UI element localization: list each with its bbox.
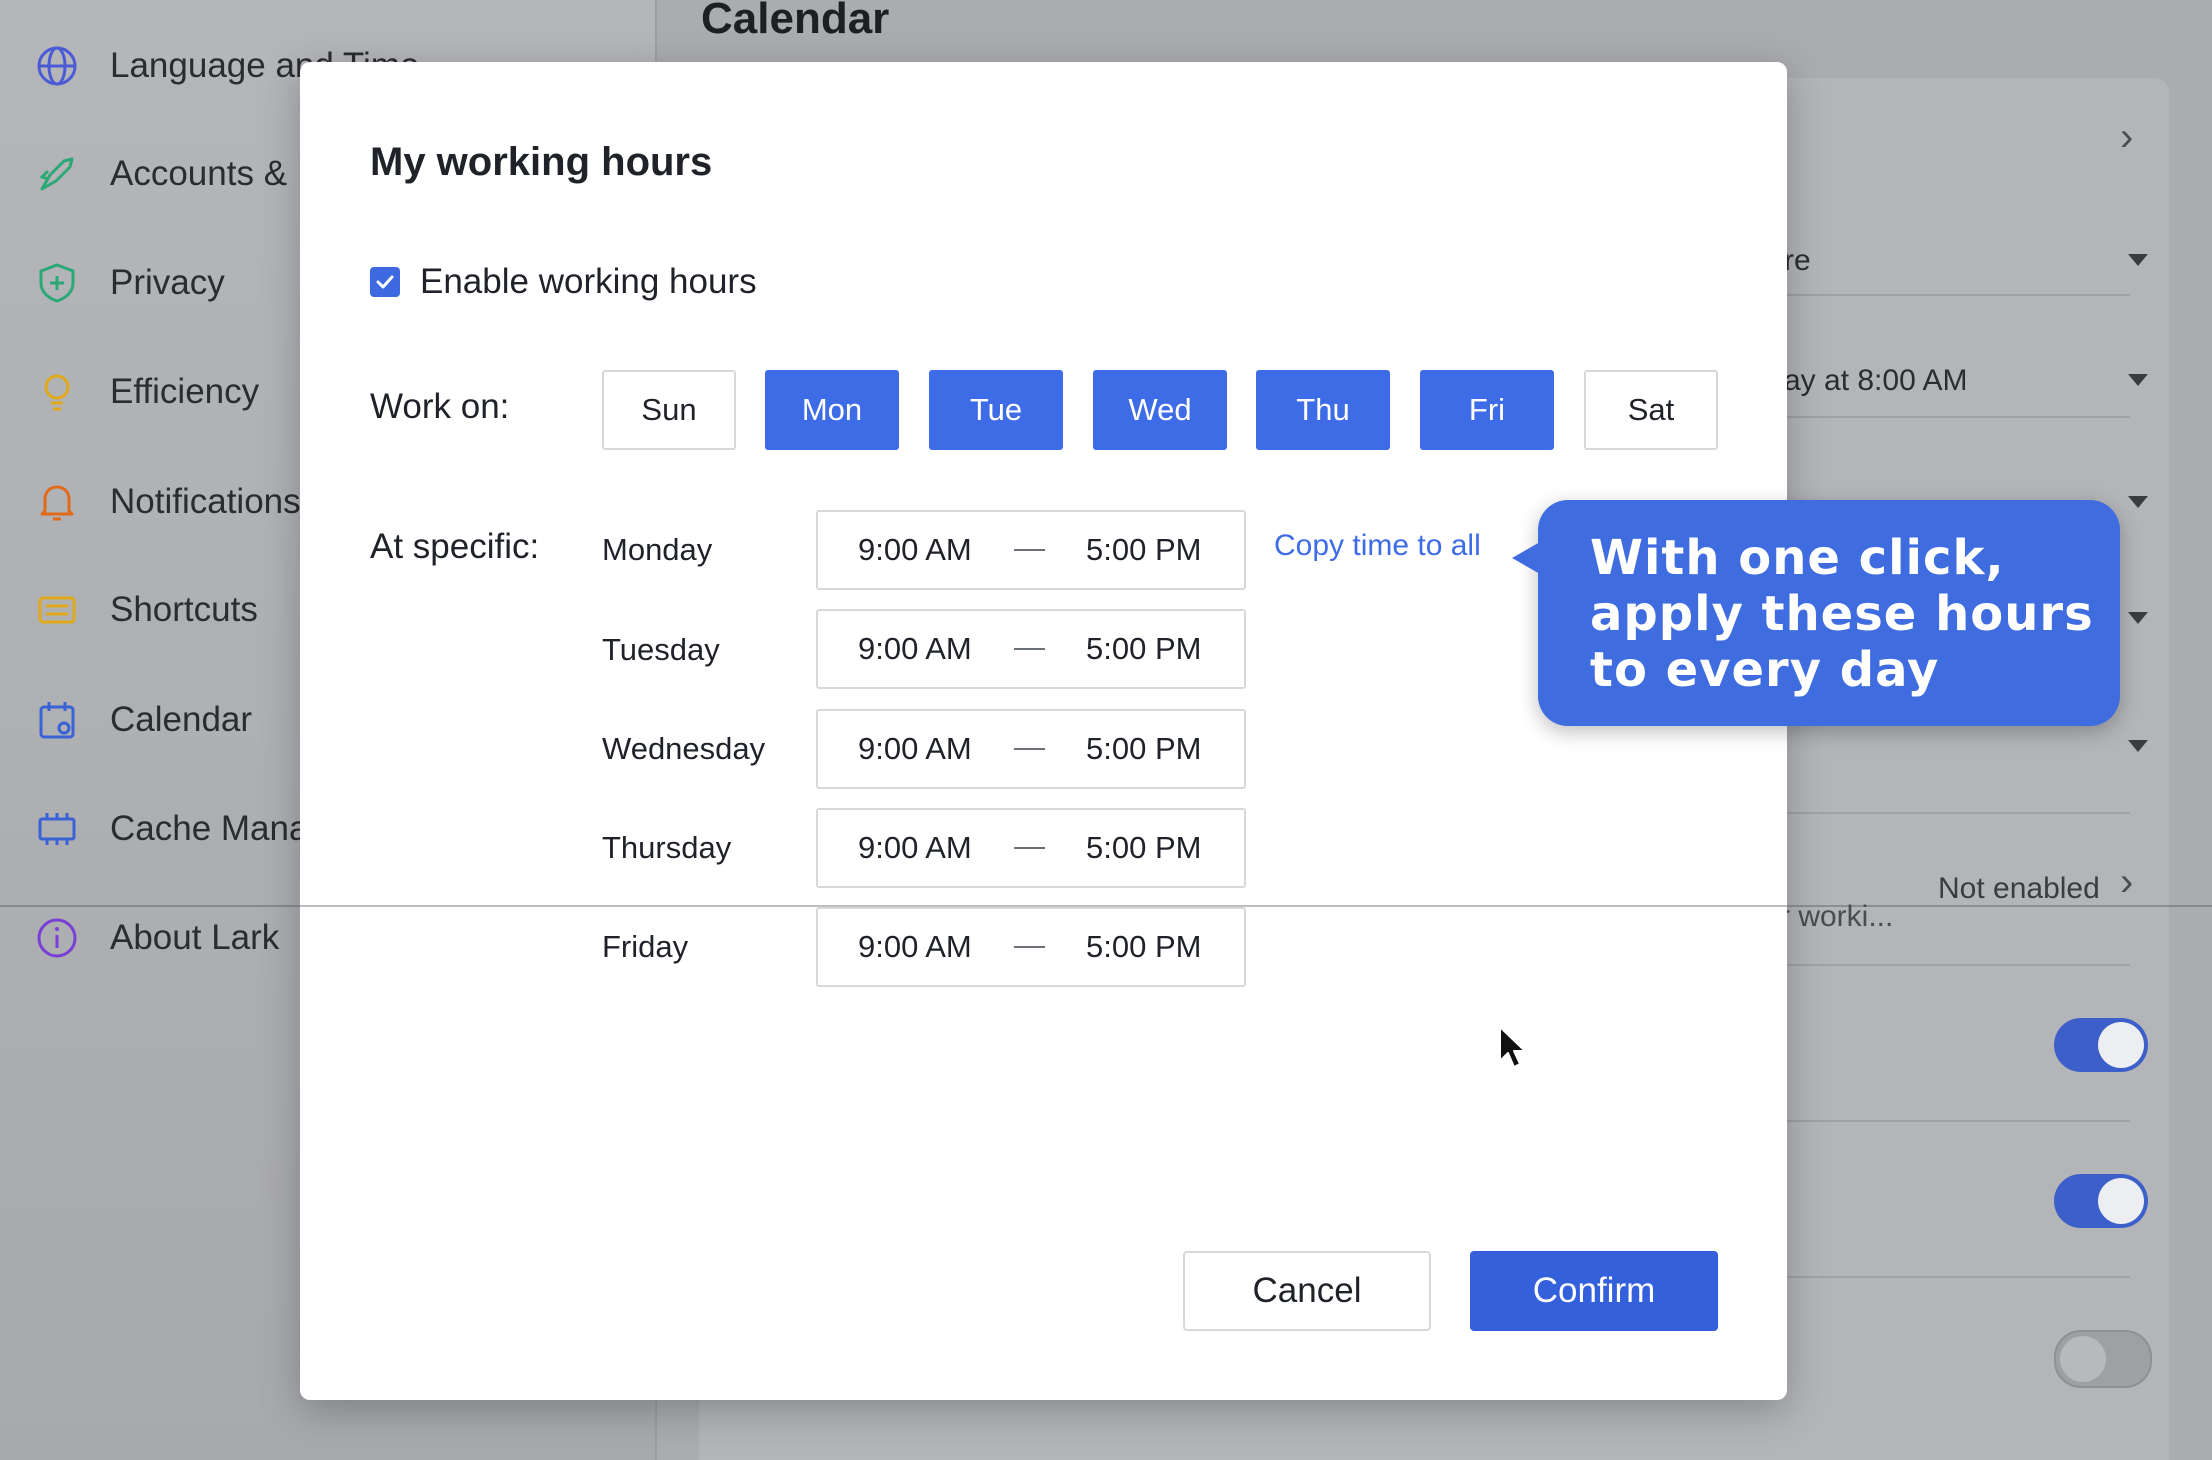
sidebar-item-efficiency[interactable]: Efficiency xyxy=(34,362,259,422)
dropdown-caret-icon[interactable] xyxy=(2128,612,2148,624)
chevron-right-icon[interactable]: › xyxy=(2120,115,2133,160)
chip-icon xyxy=(34,806,80,852)
end-time[interactable]: 5:00 PM xyxy=(1086,532,1201,568)
cancel-button[interactable]: Cancel xyxy=(1183,1251,1431,1331)
enable-working-hours-row[interactable]: Enable working hours xyxy=(370,262,757,302)
day-toggle-sun[interactable]: Sun xyxy=(602,370,736,450)
toggle-switch-off[interactable] xyxy=(2054,1330,2152,1388)
sidebar-item-accounts[interactable]: Accounts & xyxy=(34,144,287,204)
range-separator: — xyxy=(1014,828,1045,863)
dialog-title: My working hours xyxy=(370,140,713,184)
sidebar-item-label: About Lark xyxy=(110,918,280,957)
bg-row-value: re xyxy=(1784,244,1811,277)
start-time[interactable]: 9:00 AM xyxy=(858,532,972,568)
sidebar-item-about[interactable]: About Lark xyxy=(34,908,279,968)
sidebar-item-label: Shortcuts xyxy=(110,590,258,629)
end-time[interactable]: 5:00 PM xyxy=(1086,929,1201,965)
time-range-picker[interactable]: 9:00 AM — 5:00 PM xyxy=(816,907,1246,987)
keyboard-icon xyxy=(34,587,80,633)
day-toggle-thu[interactable]: Thu xyxy=(1256,370,1390,450)
sidebar-item-notifications[interactable]: Notifications xyxy=(34,472,301,532)
callout-text: With one click, apply these hours to eve… xyxy=(1590,530,2094,698)
start-time[interactable]: 9:00 AM xyxy=(858,631,972,667)
status-not-enabled[interactable]: Not enabled xyxy=(1938,872,2100,906)
range-separator: — xyxy=(1014,927,1045,962)
time-range-picker[interactable]: 9:00 AM — 5:00 PM xyxy=(816,510,1246,590)
sidebar-item-label: Notifications xyxy=(110,482,301,521)
range-separator: — xyxy=(1014,729,1045,764)
end-time[interactable]: 5:00 PM xyxy=(1086,731,1201,767)
start-time[interactable]: 9:00 AM xyxy=(858,830,972,866)
start-time[interactable]: 9:00 AM xyxy=(858,731,972,767)
mouse-cursor-icon xyxy=(1499,1026,1526,1068)
dropdown-caret-icon[interactable] xyxy=(2128,496,2148,508)
toggle-switch-on[interactable] xyxy=(2054,1018,2148,1072)
toggle-switch-on[interactable] xyxy=(2054,1174,2148,1228)
range-separator: — xyxy=(1014,629,1045,664)
end-time[interactable]: 5:00 PM xyxy=(1086,631,1201,667)
sidebar-item-label: Calendar xyxy=(110,700,253,739)
enable-working-hours-label[interactable]: Enable working hours xyxy=(420,262,757,302)
day-toggle-tue[interactable]: Tue xyxy=(929,370,1063,450)
work-on-label: Work on: xyxy=(370,387,510,426)
day-toggle-sat[interactable]: Sat xyxy=(1584,370,1718,450)
sidebar-item-label: Privacy xyxy=(110,263,225,302)
day-toggle-fri[interactable]: Fri xyxy=(1420,370,1554,450)
time-range-picker[interactable]: 9:00 AM — 5:00 PM xyxy=(816,609,1246,689)
sidebar-item-privacy[interactable]: Privacy xyxy=(34,253,225,313)
range-separator: — xyxy=(1014,530,1045,565)
shield-icon xyxy=(34,260,80,306)
confirm-button[interactable]: Confirm xyxy=(1470,1251,1718,1331)
schedule-day-label: Thursday xyxy=(602,830,732,865)
dropdown-caret-icon[interactable] xyxy=(2128,740,2148,752)
schedule-day-label: Friday xyxy=(602,929,689,964)
bell-icon xyxy=(34,479,80,525)
globe-icon xyxy=(34,43,80,89)
day-toggle-mon[interactable]: Mon xyxy=(765,370,899,450)
schedule-day-label: Tuesday xyxy=(602,632,720,667)
sidebar-item-label: Accounts & xyxy=(110,154,288,193)
divider xyxy=(0,905,2212,907)
time-range-picker[interactable]: 9:00 AM — 5:00 PM xyxy=(816,808,1246,888)
dropdown-caret-icon[interactable] xyxy=(2128,254,2148,266)
schedule-day-label: Wednesday xyxy=(602,731,766,766)
rocket-icon xyxy=(34,151,80,197)
at-specific-label: At specific: xyxy=(370,527,540,566)
chevron-right-icon[interactable]: › xyxy=(2120,860,2133,905)
copy-time-to-all-link[interactable]: Copy time to all xyxy=(1274,529,1481,563)
start-time[interactable]: 9:00 AM xyxy=(858,929,972,965)
end-time[interactable]: 5:00 PM xyxy=(1086,830,1201,866)
day-toggle-wed[interactable]: Wed xyxy=(1093,370,1227,450)
dropdown-caret-icon[interactable] xyxy=(2128,374,2148,386)
checkmark-icon xyxy=(376,275,394,289)
sidebar-item-label: Efficiency xyxy=(110,372,260,411)
page-title: Calendar xyxy=(701,0,890,43)
tutorial-callout: With one click, apply these hours to eve… xyxy=(1512,500,2120,726)
bg-row-value: ay at 8:00 AM xyxy=(1784,364,1968,397)
sidebar-item-shortcuts[interactable]: Shortcuts xyxy=(34,580,258,640)
lightbulb-icon xyxy=(34,369,80,415)
working-hours-dialog: My working hours Enable working hours Wo… xyxy=(300,62,1787,1400)
time-range-picker[interactable]: 9:00 AM — 5:00 PM xyxy=(816,709,1246,789)
sidebar-item-calendar[interactable]: Calendar xyxy=(34,690,252,750)
info-icon xyxy=(34,915,80,961)
schedule-day-label: Monday xyxy=(602,532,713,567)
calendar-icon xyxy=(34,697,80,743)
sidebar-item-label: Cache Mana xyxy=(110,809,309,848)
enable-working-hours-checkbox[interactable] xyxy=(370,267,400,297)
sidebar-item-cache[interactable]: Cache Mana xyxy=(34,799,308,859)
